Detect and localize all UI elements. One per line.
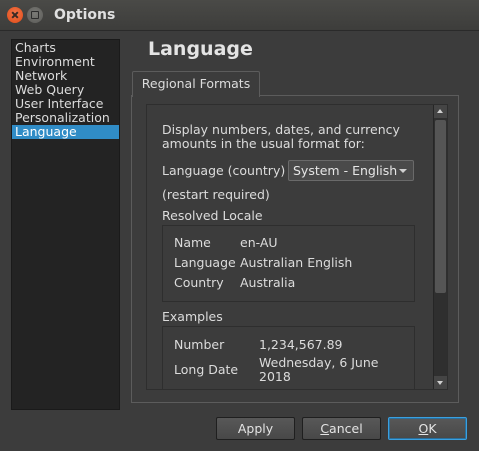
sidebar-item-user-interface[interactable]: User Interface [12,97,119,111]
regional-formats-scroll-area[interactable]: Display numbers, dates, and currency amo… [146,104,448,390]
sidebar-item-charts[interactable]: Charts [12,41,119,55]
chevron-down-icon [399,169,407,173]
cancel-button[interactable]: Cancel [302,417,381,440]
format-description: Display numbers, dates, and currency amo… [162,122,400,151]
ok-label: K [428,421,437,436]
window-title: Options [54,7,116,23]
example-number-value: 1,234,567.89 [259,337,343,352]
arrow-down-icon [437,381,443,385]
regional-formats-content: Display numbers, dates, and currency amo… [162,122,428,389]
examples-group: Number 1,234,567.89 Long Date Wednesday,… [162,326,415,389]
scroll-up-button[interactable] [434,105,447,118]
example-long-date-label: Long Date [174,362,239,377]
locale-name-value: en-AU [240,235,278,250]
options-category-list[interactable]: Charts Environment Network Web Query Use… [11,39,120,410]
cancel-label: ancel [329,421,363,436]
scroll-down-button[interactable] [434,376,447,389]
language-label: Language (country) [162,163,286,178]
ok-button[interactable]: OK [388,417,467,440]
close-icon[interactable] [7,7,23,23]
vertical-scrollbar[interactable] [433,105,447,389]
restart-note: (restart required) [162,187,270,202]
ok-mnemonic: O [418,421,429,436]
scrollbar-thumb[interactable] [435,120,446,293]
resolved-locale-group: Name en-AU Language Australian English C… [162,225,415,302]
locale-country-value: Australia [240,275,296,290]
examples-heading: Examples [162,309,223,324]
language-select[interactable]: System - English [288,160,414,181]
arrow-up-icon [437,109,443,113]
sidebar-item-web-query[interactable]: Web Query [12,83,119,97]
locale-language-label: Language [174,255,236,270]
apply-button[interactable]: Apply [216,417,295,440]
resolved-locale-heading: Resolved Locale [162,208,263,223]
page-title: Language [148,38,253,60]
locale-country-label: Country [174,275,224,290]
locale-name-label: Name [174,235,211,250]
sidebar-item-language[interactable]: Language [12,125,119,139]
example-long-date-value: Wednesday, 6 June 2018 [259,355,379,384]
title-bar: Options [0,0,479,31]
sidebar-item-personalization[interactable]: Personalization [12,111,119,125]
sidebar-item-network[interactable]: Network [12,69,119,83]
tab-regional-formats[interactable]: Regional Formats [132,71,260,97]
example-number-label: Number [174,337,225,352]
minimize-icon[interactable] [27,7,43,23]
cancel-mnemonic: C [320,421,330,436]
sidebar-item-environment[interactable]: Environment [12,55,119,69]
language-select-value: System - English [293,163,398,178]
locale-language-value: Australian English [240,255,353,270]
